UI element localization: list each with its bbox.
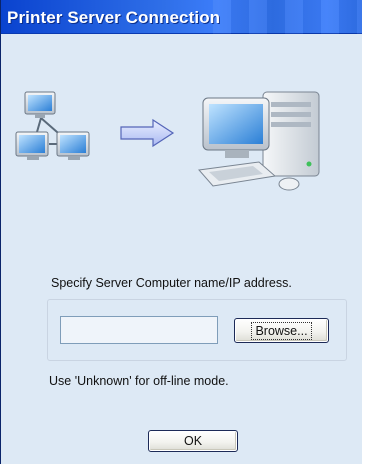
right-arrow-icon (120, 118, 175, 148)
network-computers-icon (15, 91, 90, 160)
window-edge (362, 0, 372, 464)
window-title: Printer Server Connection (7, 8, 221, 27)
browse-button-label: Browse... (251, 321, 312, 340)
ok-button[interactable]: OK (148, 430, 238, 452)
server-name-input[interactable] (60, 316, 218, 344)
title-bar[interactable]: Printer Server Connection (1, 0, 363, 34)
connection-illustration (13, 84, 343, 204)
dialog-window: Printer Server Connection Specify Server… (0, 0, 363, 464)
connection-graphic (15, 91, 320, 191)
browse-button[interactable]: Browse... (234, 318, 329, 343)
ok-button-label: OK (183, 434, 203, 448)
server-prompt-label: Specify Server Computer name/IP address. (51, 276, 292, 290)
server-computer-icon (198, 91, 320, 191)
offline-mode-note: Use 'Unknown' for off-line mode. (49, 374, 229, 388)
